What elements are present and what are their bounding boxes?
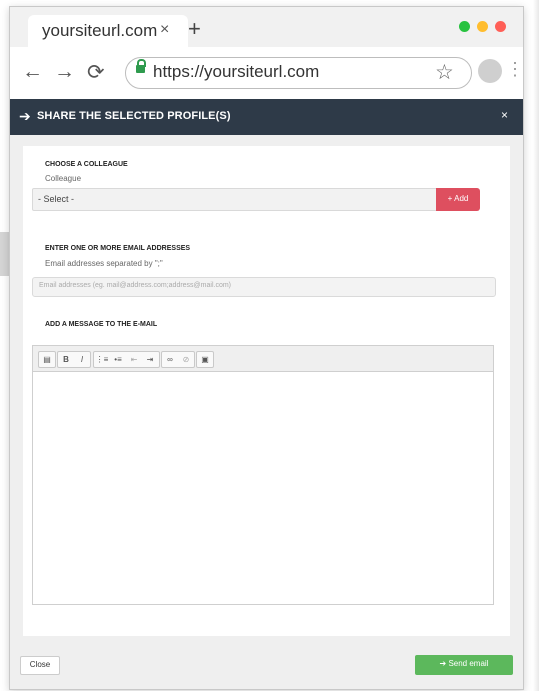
- modal-footer: Close ➔ Send email: [10, 641, 523, 689]
- add-colleague-button[interactable]: + Add: [436, 188, 480, 211]
- unordered-list-icon[interactable]: •≡: [111, 353, 125, 366]
- browser-toolbar: ← → ⟳ https://yoursiteurl.com ☆ ⋮: [10, 47, 524, 100]
- new-tab-button[interactable]: +: [188, 16, 201, 42]
- browser-window: yoursiteurl.com × + ← → ⟳ https://yoursi…: [9, 6, 524, 690]
- arrow-right-icon: ➔: [19, 108, 31, 124]
- url-text: https://yoursiteurl.com: [153, 62, 320, 81]
- unlink-icon[interactable]: ⊘: [179, 353, 193, 366]
- background-shadow: [533, 0, 539, 691]
- close-tab-icon[interactable]: ×: [160, 21, 169, 39]
- colleague-label: Colleague: [45, 174, 82, 183]
- add-button-label: + Add: [447, 194, 469, 203]
- reload-icon[interactable]: ⟳: [87, 60, 105, 85]
- message-textarea[interactable]: [33, 372, 493, 604]
- colleague-section-title: CHOOSE A COLLEAGUE: [45, 161, 128, 168]
- send-email-button[interactable]: ➔ Send email: [415, 655, 513, 675]
- email-label: Email addresses separated by ";": [45, 259, 163, 268]
- email-placeholder: Email addresses (eg. mail@address.com;ad…: [39, 282, 231, 289]
- yellow-dot-icon[interactable]: [477, 21, 488, 32]
- address-bar[interactable]: https://yoursiteurl.com ☆: [125, 57, 472, 89]
- close-button[interactable]: Close: [20, 656, 60, 675]
- star-icon[interactable]: ☆: [435, 60, 454, 85]
- toolbar-group: ▤: [38, 351, 56, 368]
- paste-icon[interactable]: ▤: [40, 353, 54, 366]
- forward-icon[interactable]: →: [54, 60, 75, 84]
- profile-icon[interactable]: [478, 59, 502, 83]
- close-button-label: Close: [29, 660, 51, 669]
- send-button-label: ➔ Send email: [439, 659, 489, 668]
- close-icon[interactable]: ×: [501, 108, 508, 122]
- tab-bar: yoursiteurl.com × +: [10, 7, 523, 47]
- italic-icon[interactable]: I: [75, 353, 89, 366]
- toolbar-group: ⋮≡ •≡ ⇤ ⇥: [93, 351, 160, 368]
- lock-icon: [136, 59, 146, 73]
- toolbar-group: ▣: [196, 351, 214, 368]
- red-dot-icon[interactable]: [495, 21, 506, 32]
- tab-title: yoursiteurl.com: [42, 21, 158, 40]
- modal-header: ➔ SHARE THE SELECTED PROFILE(S) ×: [10, 99, 523, 135]
- browser-tab[interactable]: yoursiteurl.com ×: [28, 15, 188, 47]
- message-editor: ▤ B I ⋮≡ •≡ ⇤ ⇥ ∞ ⊘ ▣: [32, 345, 494, 605]
- back-icon[interactable]: ←: [22, 60, 43, 84]
- outdent-icon[interactable]: ⇤: [127, 353, 141, 366]
- green-dot-icon[interactable]: [459, 21, 470, 32]
- toolbar-group: B I: [57, 351, 91, 368]
- colleague-select[interactable]: - Select -: [32, 188, 438, 211]
- email-section-title: ENTER ONE OR MORE EMAIL ADDRESSES: [45, 245, 191, 252]
- toolbar-group: ∞ ⊘: [161, 351, 195, 368]
- link-icon[interactable]: ∞: [163, 353, 177, 366]
- indent-icon[interactable]: ⇥: [143, 353, 157, 366]
- image-icon[interactable]: ▣: [198, 353, 212, 366]
- email-field[interactable]: Email addresses (eg. mail@address.com;ad…: [32, 277, 496, 297]
- colleague-select-value: - Select -: [38, 194, 75, 204]
- bold-icon[interactable]: B: [59, 353, 73, 366]
- editor-toolbar: ▤ B I ⋮≡ •≡ ⇤ ⇥ ∞ ⊘ ▣: [33, 346, 493, 372]
- ordered-list-icon[interactable]: ⋮≡: [95, 353, 109, 366]
- menu-icon[interactable]: ⋮: [506, 59, 524, 80]
- message-section-title: ADD A MESSAGE TO THE E-MAIL: [45, 321, 158, 328]
- modal-title: SHARE THE SELECTED PROFILE(S): [37, 110, 231, 122]
